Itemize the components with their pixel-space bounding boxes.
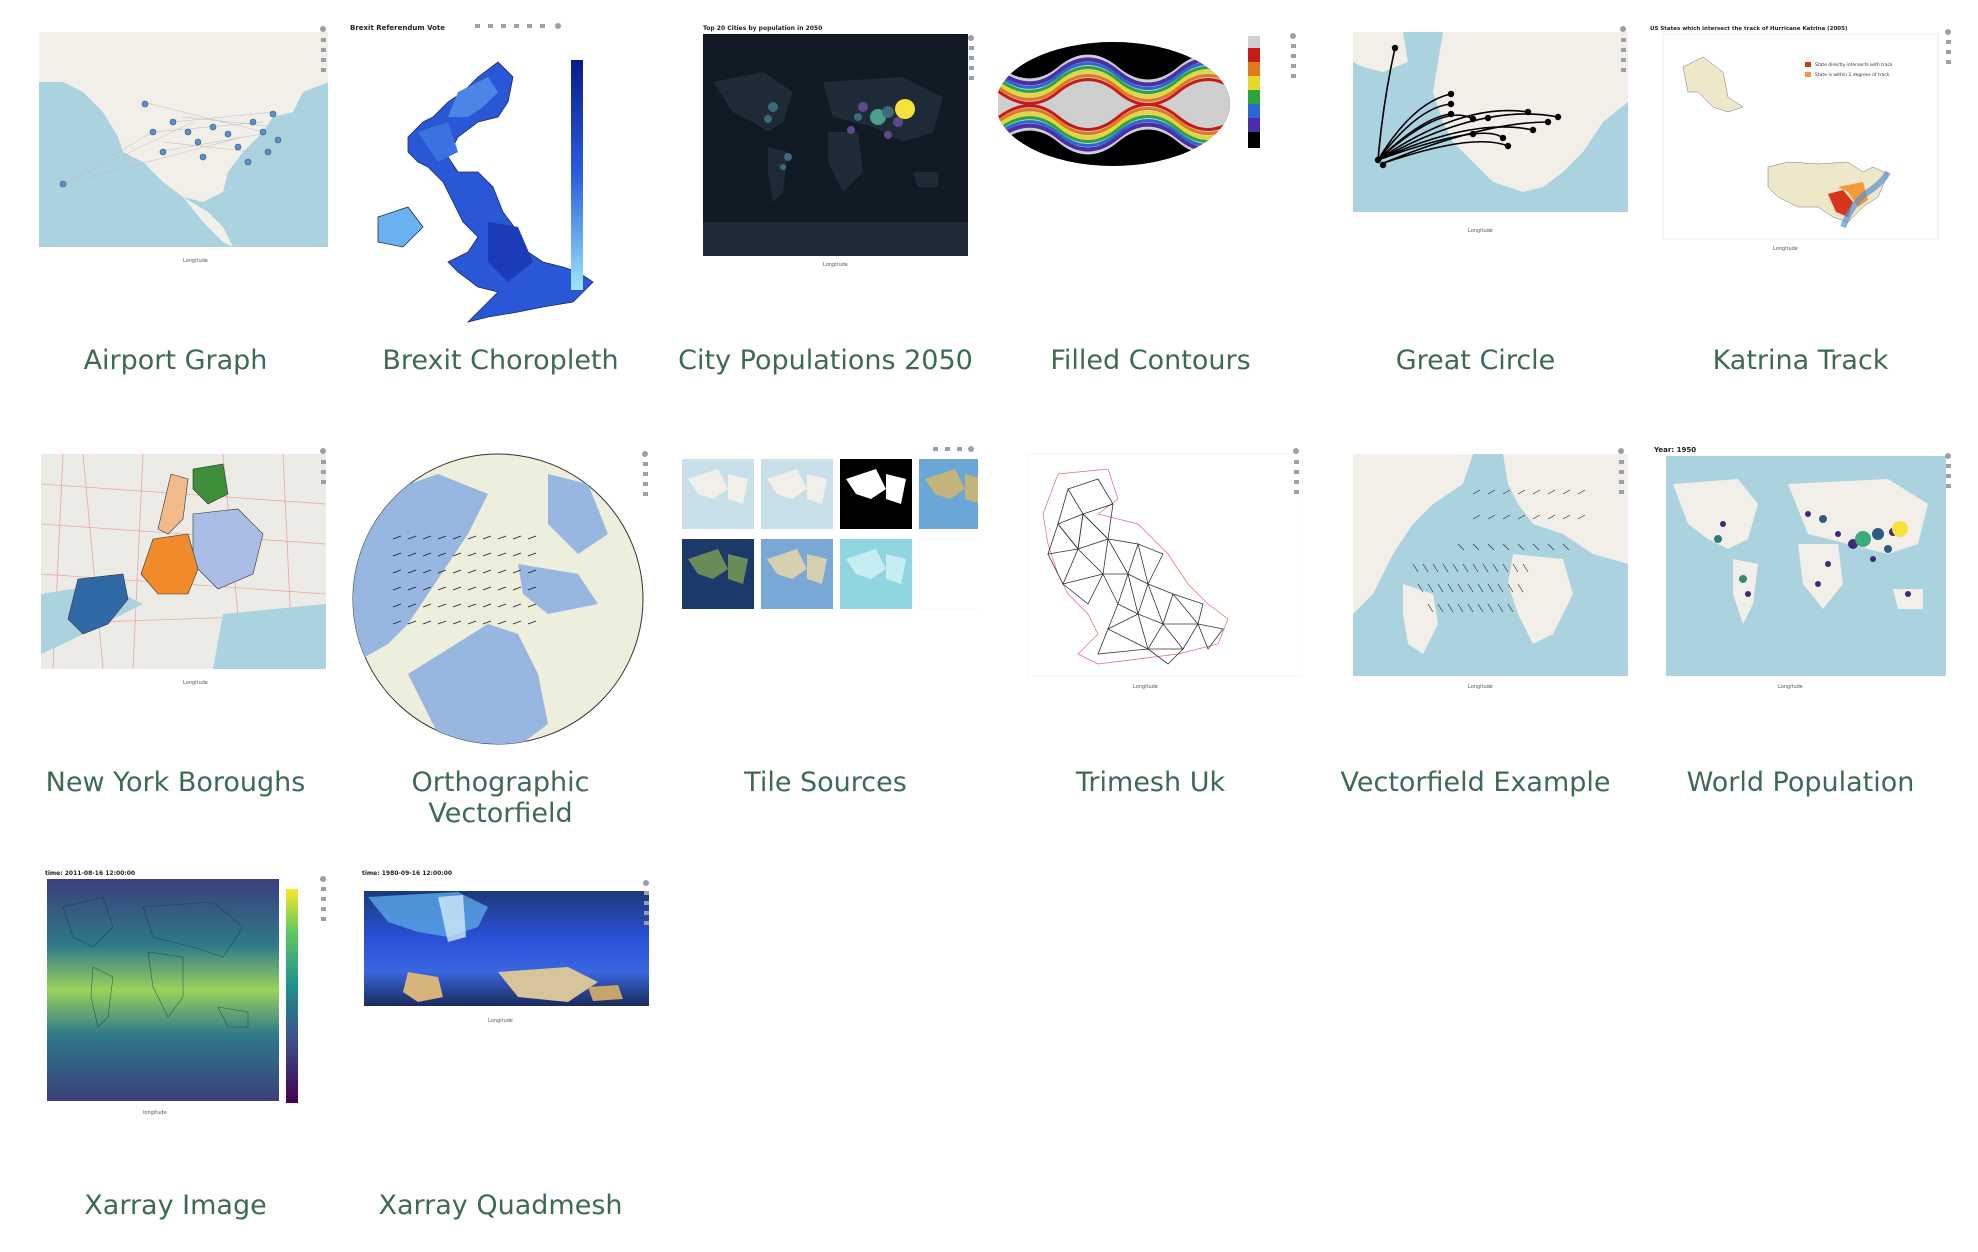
x-axis-label: Longitude <box>823 262 848 268</box>
caption-filled-contours[interactable]: Filled Contours <box>988 345 1313 376</box>
gallery-item-great-circle[interactable]: Longitude Great Circle <box>1313 0 1638 395</box>
legend-within: State is within 2 degrees of track <box>1815 72 1890 78</box>
chart-title: time: 2011-08-16 12:00:00 <box>45 870 135 877</box>
gallery-item-city-populations-2050[interactable]: Top 20 Cities by population in 2050 Long… <box>663 0 988 395</box>
gallery-item-new-york-boroughs[interactable]: Longitude New York Boroughs <box>13 422 338 817</box>
gallery-item-orthographic-vectorfield[interactable]: Orthographic Vectorfield <box>338 422 663 829</box>
gallery-item-xarray-quadmesh[interactable]: time: 1980-09-16 12:00:00 Longitude Xarr… <box>338 845 663 1240</box>
gallery-item-filled-contours[interactable]: Filled Contours <box>988 0 1313 395</box>
thumbnail-airport-graph[interactable]: Longitude <box>23 22 328 342</box>
gallery-item-trimesh-uk[interactable]: Longitude Trimesh Uk <box>988 422 1313 817</box>
caption-xarray-image[interactable]: Xarray Image <box>13 1190 338 1221</box>
x-axis-label: Longitude <box>1773 246 1798 252</box>
gallery-grid: Longitude Airport Graph Brexit Referendu… <box>0 0 1978 1252</box>
thumbnail-trimesh-uk[interactable]: Longitude <box>998 444 1303 764</box>
caption-new-york-boroughs[interactable]: New York Boroughs <box>13 767 338 798</box>
gallery-item-tile-sources[interactable]: Tile Sources <box>663 422 988 817</box>
thumbnail-vectorfield-example[interactable]: Longitude <box>1323 444 1628 764</box>
thumbnail-brexit-choropleth[interactable]: Brexit Referendum Vote <box>348 22 653 342</box>
thumbnail-xarray-image[interactable]: time: 2011-08-16 12:00:00 longitude <box>23 867 328 1187</box>
gallery-item-airport-graph[interactable]: Longitude Airport Graph <box>13 0 338 395</box>
caption-trimesh-uk[interactable]: Trimesh Uk <box>988 767 1313 798</box>
caption-great-circle[interactable]: Great Circle <box>1313 345 1638 376</box>
gallery-item-world-population[interactable]: Year: 1950 Longitude World Population <box>1638 422 1963 817</box>
x-axis-label: Longitude <box>1468 228 1493 234</box>
x-axis-label: longitude <box>143 1110 167 1116</box>
x-axis-label: Longitude <box>1468 684 1493 690</box>
caption-tile-sources[interactable]: Tile Sources <box>663 767 988 798</box>
thumbnail-tile-sources[interactable] <box>673 444 978 764</box>
gallery-item-katrina-track[interactable]: US States which intersect the track of H… <box>1638 0 1963 395</box>
thumbnail-world-population[interactable]: Year: 1950 Longitude <box>1648 444 1953 764</box>
chart-title: Year: 1950 <box>1653 446 1696 454</box>
x-axis-label: Longitude <box>183 680 208 686</box>
thumbnail-great-circle[interactable]: Longitude <box>1323 22 1628 342</box>
caption-vectorfield-example[interactable]: Vectorfield Example <box>1313 767 1638 798</box>
caption-xarray-quadmesh[interactable]: Xarray Quadmesh <box>338 1190 663 1221</box>
legend-direct: State directly intersects with track <box>1815 62 1893 68</box>
thumbnail-orthographic-vectorfield[interactable] <box>348 444 653 764</box>
x-axis-label: Longitude <box>1778 684 1803 690</box>
gallery-item-vectorfield-example[interactable]: Longitude Vectorfield Example <box>1313 422 1638 817</box>
caption-airport-graph[interactable]: Airport Graph <box>13 345 338 376</box>
thumbnail-katrina-track[interactable]: US States which intersect the track of H… <box>1648 22 1953 342</box>
chart-title: time: 1980-09-16 12:00:00 <box>362 870 452 877</box>
gallery-item-brexit-choropleth[interactable]: Brexit Referendum Vote Brexit Choropleth <box>338 0 663 395</box>
gallery-item-xarray-image[interactable]: time: 2011-08-16 12:00:00 longitude Xarr… <box>13 845 338 1240</box>
caption-world-population[interactable]: World Population <box>1638 767 1963 798</box>
chart-title: Top 20 Cities by population in 2050 <box>703 25 822 32</box>
caption-brexit-choropleth[interactable]: Brexit Choropleth <box>338 345 663 376</box>
x-axis-label: Longitude <box>1133 684 1158 690</box>
chart-title: US States which intersect the track of H… <box>1650 26 1848 32</box>
caption-katrina-track[interactable]: Katrina Track <box>1638 345 1963 376</box>
thumbnail-xarray-quadmesh[interactable]: time: 1980-09-16 12:00:00 Longitude <box>348 867 653 1187</box>
x-axis-label: Longitude <box>488 1018 513 1024</box>
chart-title: Brexit Referendum Vote <box>350 24 445 32</box>
thumbnail-city-populations-2050[interactable]: Top 20 Cities by population in 2050 Long… <box>673 22 978 342</box>
x-axis-label: Longitude <box>183 258 208 264</box>
thumbnail-new-york-boroughs[interactable]: Longitude <box>23 444 328 764</box>
caption-orthographic-vectorfield[interactable]: Orthographic Vectorfield <box>338 767 663 829</box>
caption-city-populations-2050[interactable]: City Populations 2050 <box>663 345 988 376</box>
thumbnail-filled-contours[interactable] <box>998 22 1303 342</box>
